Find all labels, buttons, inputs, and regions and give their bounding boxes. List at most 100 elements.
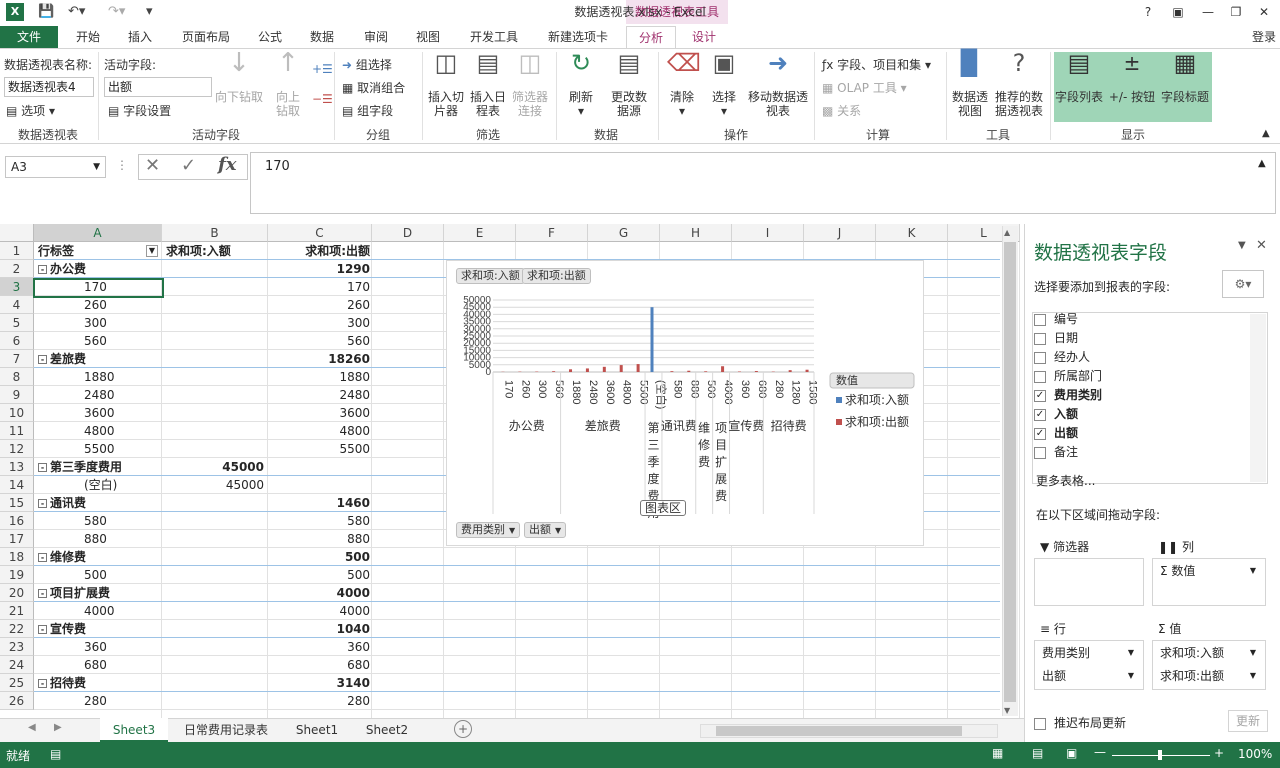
zoom-out-icon[interactable]: — [1094,745,1106,759]
pivot-options-button[interactable]: ▤ 选项 ▾ [6,102,55,119]
group-field-button[interactable]: ▤ 组字段 [342,102,393,119]
next-sheet-icon[interactable]: ▶ [54,722,62,733]
group-selection-button[interactable]: ➜ 组选择 [342,56,392,73]
zoom-thumb[interactable] [1158,750,1162,760]
field-list-button[interactable]: ▤ 字段列表 [1054,51,1104,104]
row-header[interactable]: 8 [0,368,34,386]
item-row-label[interactable]: 880 [84,530,160,548]
field-headers-button[interactable]: ▦ 字段标题 [1160,51,1210,104]
axis-field-chip[interactable]: 费用类别 ▼ [456,522,521,538]
cell-out-amount[interactable]: 1040 [268,620,370,638]
checkbox-icon[interactable] [1034,351,1046,364]
chevron-down-icon[interactable]: ▼ [1250,643,1256,663]
cell-out-amount[interactable]: 4000 [268,584,370,602]
row-header[interactable]: 26 [0,692,34,710]
item-row-label[interactable]: 280 [84,692,160,710]
more-tables-link[interactable]: 更多表格... [1036,472,1095,489]
item-row-label[interactable]: (空白) [84,476,160,494]
group-row-label[interactable]: - 办公费 [38,260,160,278]
cell-out-amount[interactable]: 18260 [268,350,370,368]
item-row-label[interactable]: 5500 [84,440,160,458]
panel-close-icon[interactable]: ✕ [1256,238,1267,253]
item-row-label[interactable]: 560 [84,332,160,350]
move-pivot-button[interactable]: ➜ 移动数据透视表 [746,51,810,118]
page-break-view-icon[interactable]: ▣ [1066,746,1077,760]
scroll-thumb[interactable] [1004,242,1016,702]
area-field-item[interactable]: 求和项:出额 ▼ [1154,666,1264,686]
row-labels-header[interactable]: 行标签 ▼ [38,242,160,260]
item-row-label[interactable]: 3600 [84,404,160,422]
page-layout-view-icon[interactable]: ▤ [1032,746,1043,760]
collapse-icon[interactable]: - [38,679,47,688]
row-header[interactable]: 13 [0,458,34,476]
checkbox-checked-icon[interactable]: ✓ [1034,427,1046,440]
checkbox-icon[interactable] [1034,313,1046,326]
row-header[interactable]: 14 [0,476,34,494]
name-box[interactable]: A3 ▼ [5,156,106,178]
field-item[interactable]: 所属部门 [1034,367,1102,385]
group-row-label[interactable]: - 第三季度费用 [38,458,160,476]
row-header[interactable]: 25 [0,674,34,692]
cell-out-amount[interactable] [268,476,370,494]
cell-in-amount[interactable] [164,530,264,548]
cell-out-amount[interactable]: 500 [268,548,370,566]
cell-out-amount[interactable]: 1880 [268,368,370,386]
row-header[interactable]: 9 [0,386,34,404]
cell-in-amount[interactable] [164,566,264,584]
cell-out-amount[interactable]: 3600 [268,404,370,422]
cell-out-amount[interactable]: 求和项:出额 [268,242,370,260]
cell-in-amount[interactable] [164,620,264,638]
tab-analyze[interactable]: 分析 [626,26,676,48]
active-field-input[interactable]: 出额 [104,77,212,97]
cell-in-amount[interactable] [164,674,264,692]
column-header[interactable]: D [372,224,444,242]
collapse-icon[interactable]: - [38,265,47,274]
cell-in-amount[interactable] [164,386,264,404]
cell-out-amount[interactable]: 680 [268,656,370,674]
login-link[interactable]: 登录 [1248,26,1280,48]
row-header[interactable]: 3 [0,278,34,296]
cell-out-amount[interactable]: 1290 [268,260,370,278]
cell-in-amount[interactable] [164,584,264,602]
cell-in-amount[interactable] [164,440,264,458]
row-header[interactable]: 4 [0,296,34,314]
cell-out-amount[interactable]: 4800 [268,422,370,440]
cell-out-amount[interactable]: 280 [268,692,370,710]
column-header[interactable]: A [34,224,162,242]
minimize-icon[interactable]: — [1194,2,1222,22]
cell-out-amount[interactable]: 5500 [268,440,370,458]
panel-menu-icon[interactable]: ▼ [1238,240,1246,251]
tab-formulas[interactable]: 公式 [250,26,290,48]
area-field-item[interactable]: 费用类别 ▼ [1036,643,1142,663]
olap-tools-button[interactable]: ▦ OLAP 工具 ▾ [822,79,907,96]
cell-in-amount[interactable]: 45000 [164,458,264,476]
undo-icon[interactable]: ↶▾ [68,3,85,21]
cell-out-amount[interactable]: 880 [268,530,370,548]
h-scroll-thumb[interactable] [716,726,962,736]
cell-out-amount[interactable]: 580 [268,512,370,530]
field-settings-button[interactable]: ▤ 字段设置 [108,102,171,119]
row-header[interactable]: 10 [0,404,34,422]
drill-down-button[interactable]: ↓ 向下钻取 [214,50,264,104]
relationships-button[interactable]: ▩ 关系 [822,102,861,119]
defer-update-checkbox[interactable]: 推迟布局更新 [1034,714,1126,731]
collapse-icon[interactable]: - [38,355,47,364]
chevron-down-icon[interactable]: ▼ [1128,643,1134,663]
area-field-item[interactable]: 出额 ▼ [1036,666,1142,686]
column-header[interactable]: E [444,224,516,242]
cell-in-amount[interactable] [164,260,264,278]
item-row-label[interactable]: 1880 [84,368,160,386]
tab-insert[interactable]: 插入 [120,26,160,48]
cell-in-amount[interactable] [164,494,264,512]
group-row-label[interactable]: - 宣传费 [38,620,160,638]
column-header[interactable]: B [162,224,268,242]
row-header[interactable]: 17 [0,530,34,548]
cell-in-amount[interactable]: 45000 [164,476,264,494]
collapse-formula-icon[interactable]: ▲ [1258,158,1266,169]
collapse-ribbon-icon[interactable]: ▲ [1262,128,1270,139]
tab-data[interactable]: 数据 [302,26,342,48]
cell-in-amount[interactable] [164,296,264,314]
column-header[interactable]: C [268,224,372,242]
row-header[interactable]: 19 [0,566,34,584]
item-row-label[interactable]: 580 [84,512,160,530]
